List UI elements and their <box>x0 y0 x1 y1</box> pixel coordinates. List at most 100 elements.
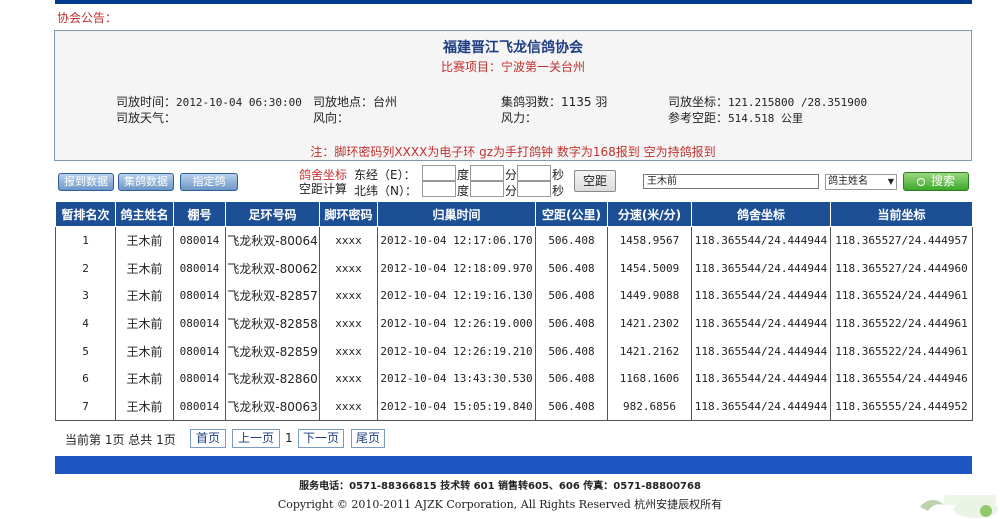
east-degree-input[interactable] <box>422 165 456 181</box>
release-time-value: 2012-10-04 06:30:00 <box>176 96 302 109</box>
col-current-coord: 当前坐标 <box>830 201 973 227</box>
cell-loft-no: 080014 <box>173 309 226 338</box>
cell-distance: 506.408 <box>535 392 608 421</box>
east-longitude-label: 东经（E）： <box>354 168 416 182</box>
north-minute-input[interactable] <box>470 181 504 197</box>
cell-distance: 506.408 <box>535 281 608 310</box>
cell-rank: 6 <box>55 364 116 393</box>
cell-current-coord: 118.365527/24.444960 <box>830 254 973 282</box>
cell-owner: 王木前 <box>115 226 174 255</box>
results-table: 暂排名次 鸽主姓名 棚号 足环号码 脚环密码 归巢时间 空距(公里) 分速(米/… <box>55 201 973 421</box>
cell-loft-coord: 118.365544/24.444944 <box>691 337 831 365</box>
cell-loft-no: 080014 <box>173 254 226 282</box>
cell-ring-no: 飞龙秋双-80062 <box>225 254 320 282</box>
cell-speed: 1421.2302 <box>607 309 692 338</box>
collect-data-button[interactable]: 集鸽数据 <box>118 173 174 191</box>
cell-current-coord: 118.365522/24.444961 <box>830 337 973 365</box>
col-speed: 分速(米/分) <box>607 201 692 227</box>
cell-rank: 1 <box>55 226 116 255</box>
north-second-input[interactable] <box>517 181 551 197</box>
reference-distance-value: 514.518 公里 <box>728 112 803 125</box>
wind-direction-label: 风向： <box>313 111 350 125</box>
first-page-button[interactable]: 首页 <box>190 429 226 448</box>
race-subtitle: 比赛项目：宁波第一关台州 <box>440 60 585 74</box>
cell-loft-coord: 118.365544/24.444944 <box>691 392 831 421</box>
north-minute-unit: 分 <box>505 184 518 198</box>
search-input[interactable]: 王木前 <box>643 174 819 189</box>
next-page-button[interactable]: 下一页 <box>298 429 344 448</box>
east-degree-unit: 度 <box>457 168 470 182</box>
cell-loft-coord: 118.365544/24.444944 <box>691 226 831 255</box>
footer-contact: 服务电话：0571-88366815 技术转 601 销售转605、606 传真… <box>299 481 701 492</box>
cell-distance: 506.408 <box>535 364 608 393</box>
north-degree-unit: 度 <box>457 184 470 198</box>
table-row: 7 王木前 080014 飞龙秋双-80063 xxxx 2012-10-04 … <box>55 392 973 421</box>
cell-ring-no: 飞龙秋双-82857 <box>225 281 320 310</box>
north-latitude-label: 北纬（N）： <box>354 184 417 198</box>
cell-speed: 1421.2162 <box>607 337 692 365</box>
cell-ring-code: xxxx <box>319 337 378 365</box>
cell-rank: 4 <box>55 309 116 338</box>
race-note: 注：脚环密码列XXXX为电子环 gz为手打鸽钟 数字为168报到 空为持鸽报到 <box>310 145 716 159</box>
cell-loft-no: 080014 <box>173 337 226 365</box>
current-page: 1 <box>285 431 293 445</box>
col-loft-no: 棚号 <box>173 201 226 227</box>
cell-arrival-time: 2012-10-04 15:05:19.840 <box>377 392 536 421</box>
footer-bar <box>55 456 972 474</box>
col-loft-coord: 鸽舍坐标 <box>691 201 831 227</box>
search-button[interactable]: 搜索 <box>903 172 969 191</box>
top-rule <box>55 0 972 4</box>
report-data-button[interactable]: 报到数据 <box>58 173 114 191</box>
race-info-panel: 福建晋江飞龙信鸽协会 比赛项目：宁波第一关台州 司放时间：2012-10-04 … <box>54 30 972 161</box>
north-degree-input[interactable] <box>422 181 456 197</box>
cell-ring-no: 飞龙秋双-80064 <box>225 226 320 255</box>
east-minute-input[interactable] <box>470 165 504 181</box>
search-button-label: 搜索 <box>930 174 955 188</box>
release-coord: 司放坐标：121.215800 /28.351900 <box>668 93 867 110</box>
release-place: 司放地点：台州 <box>313 93 397 110</box>
cell-loft-no: 080014 <box>173 281 226 310</box>
search-field-select[interactable]: 鸽主姓名 ▼ <box>825 174 897 190</box>
cell-ring-code: xxxx <box>319 309 378 338</box>
cell-owner: 王木前 <box>115 337 174 365</box>
table-row: 6 王木前 080014 飞龙秋双-82860 xxxx 2012-10-04 … <box>55 364 973 393</box>
cell-distance: 506.408 <box>535 226 608 255</box>
cell-rank: 5 <box>55 337 116 365</box>
search-icon <box>916 178 925 186</box>
table-row: 3 王木前 080014 飞龙秋双-82857 xxxx 2012-10-04 … <box>55 281 973 310</box>
east-second-input[interactable] <box>517 165 551 181</box>
assign-pigeon-button[interactable]: 指定鸽 <box>180 173 238 191</box>
table-row: 1 王木前 080014 飞龙秋双-80064 xxxx 2012-10-04 … <box>55 226 973 255</box>
cell-current-coord: 118.365527/24.444957 <box>830 226 973 255</box>
release-time-label: 司放时间： <box>116 95 177 109</box>
wind-power: 风力： <box>501 109 537 126</box>
cell-arrival-time: 2012-10-04 13:43:30.530 <box>377 364 536 393</box>
cell-ring-no: 飞龙秋双-82858 <box>225 309 320 338</box>
pigeon-count: 集鸽羽数：1135 羽 <box>501 93 607 110</box>
calc-distance-button[interactable]: 空距 <box>574 170 616 192</box>
cell-ring-no: 飞龙秋双-82860 <box>225 364 320 393</box>
cell-current-coord: 118.365554/24.444946 <box>830 364 973 393</box>
last-page-button[interactable]: 尾页 <box>351 429 385 448</box>
col-ring-code: 脚环密码 <box>319 201 378 227</box>
col-distance: 空距(公里) <box>535 201 608 227</box>
wind-direction: 风向： <box>313 109 349 126</box>
cell-ring-code: xxxx <box>319 392 378 421</box>
cell-owner: 王木前 <box>115 254 174 282</box>
cell-speed: 1454.5009 <box>607 254 692 282</box>
pager-status: 当前第 1页 总共 1页 <box>65 433 176 447</box>
reference-distance-label: 参考空距： <box>668 111 729 125</box>
release-time: 司放时间：2012-10-04 06:30:00 <box>116 93 302 110</box>
cell-owner: 王木前 <box>115 281 174 310</box>
cell-rank: 3 <box>55 281 116 310</box>
notice-label: 协会公告： <box>57 11 118 25</box>
cell-speed: 1449.9088 <box>607 281 692 310</box>
east-second-unit: 秒 <box>552 168 565 182</box>
cell-current-coord: 118.365524/24.444961 <box>830 281 973 310</box>
col-owner: 鸽主姓名 <box>115 201 174 227</box>
east-minute-unit: 分 <box>505 168 518 182</box>
prev-page-button[interactable]: 上一页 <box>232 429 280 448</box>
chevron-down-icon: ▼ <box>887 177 894 186</box>
distance-calc-label: 空距计算 <box>299 182 348 196</box>
cell-arrival-time: 2012-10-04 12:26:19.000 <box>377 309 536 338</box>
